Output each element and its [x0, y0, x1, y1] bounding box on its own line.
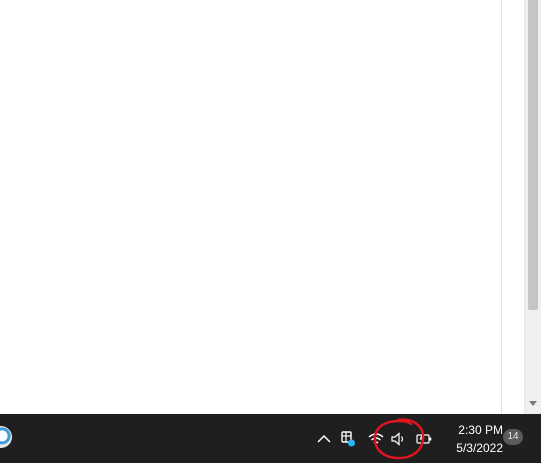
chevron-up-icon: [317, 434, 331, 443]
notification-count-badge[interactable]: 14: [503, 429, 523, 445]
clock-date: 5/3/2022: [456, 441, 503, 455]
onedrive-icon: [341, 431, 355, 447]
volume-tray-button[interactable]: [389, 428, 409, 450]
content-margin: [502, 0, 524, 414]
taskbar-clock[interactable]: 2:30 PM 5/3/2022: [441, 423, 503, 456]
scroll-down-arrow-icon[interactable]: [529, 401, 537, 406]
battery-icon: [416, 432, 432, 446]
app-icon[interactable]: [0, 426, 12, 448]
battery-tray-button[interactable]: [414, 428, 434, 450]
wifi-icon: [368, 433, 384, 446]
onedrive-tray-button[interactable]: [338, 428, 358, 450]
document-content-area[interactable]: [0, 0, 502, 414]
vertical-scrollbar[interactable]: [524, 0, 541, 414]
network-tray-button[interactable]: [366, 428, 386, 450]
volume-icon: [391, 432, 404, 446]
clock-time: 2:30 PM: [458, 423, 503, 437]
show-hidden-icons-button[interactable]: [315, 428, 333, 450]
screen: 14 2:30 PM 5/3/2022: [0, 0, 541, 463]
scrollbar-thumb[interactable]: [528, 0, 538, 310]
